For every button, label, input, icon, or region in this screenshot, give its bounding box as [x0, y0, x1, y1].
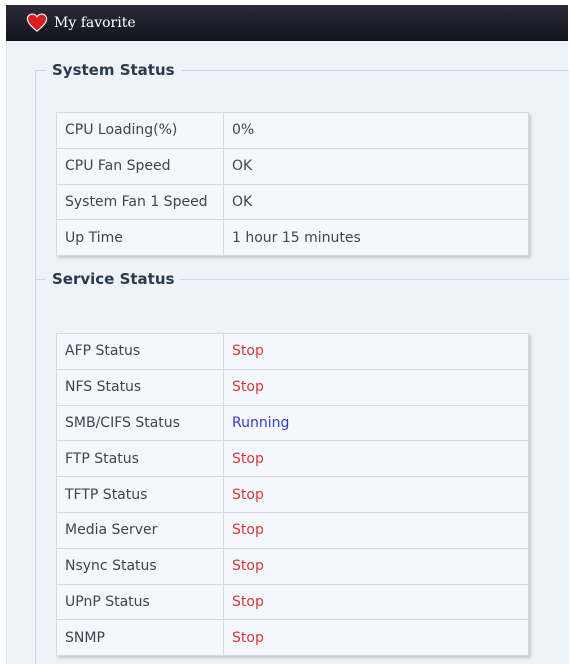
afp-status-label: AFP Status: [56, 333, 224, 370]
table-row: Up Time 1 hour 15 minutes: [56, 219, 529, 257]
snmp-value: Stop: [223, 619, 529, 657]
smb-cifs-status-label: SMB/CIFS Status: [56, 404, 224, 442]
table-row: AFP Status Stop: [56, 333, 529, 370]
heart-icon: [26, 13, 48, 32]
service-status-legend: Service Status: [52, 270, 175, 288]
ftp-status-value: Stop: [223, 440, 529, 478]
system-status-group: System Status CPU Loading(%) 0% CPU Fan …: [35, 61, 569, 295]
nsync-status-value: Stop: [223, 547, 529, 585]
table-row: Media Server Stop: [56, 511, 529, 549]
table-row: UPnP Status Stop: [56, 583, 529, 621]
cpu-fan-speed-value: OK: [223, 147, 529, 185]
media-server-value: Stop: [223, 511, 529, 549]
up-time-label: Up Time: [56, 219, 224, 257]
media-server-label: Media Server: [56, 511, 224, 549]
nsync-status-label: Nsync Status: [56, 547, 224, 585]
table-row: TFTP Status Stop: [56, 476, 529, 513]
table-row: Nsync Status Stop: [56, 547, 529, 585]
ftp-status-label: FTP Status: [56, 440, 224, 478]
service-status-group: Service Status AFP Status Stop NFS Statu…: [35, 270, 569, 664]
smb-cifs-status-value: Running: [223, 404, 529, 442]
table-row: CPU Loading(%) 0%: [56, 112, 529, 149]
upnp-status-label: UPnP Status: [56, 583, 224, 621]
tftp-status-label: TFTP Status: [56, 476, 224, 513]
nfs-status-value: Stop: [223, 368, 529, 406]
service-status-table: AFP Status Stop NFS Status Stop SMB/CIFS…: [56, 333, 529, 657]
favorite-title[interactable]: My favorite: [54, 15, 136, 31]
cpu-fan-speed-label: CPU Fan Speed: [56, 147, 224, 185]
table-row: SMB/CIFS Status Running: [56, 404, 529, 442]
page: My favorite System Status CPU Loading(%)…: [0, 0, 570, 664]
table-row: CPU Fan Speed OK: [56, 147, 529, 185]
tftp-status-value: Stop: [223, 476, 529, 513]
system-status-table: CPU Loading(%) 0% CPU Fan Speed OK Syste…: [56, 112, 529, 257]
up-time-value: 1 hour 15 minutes: [223, 219, 529, 257]
table-row: System Fan 1 Speed OK: [56, 183, 529, 221]
afp-status-value: Stop: [223, 333, 529, 370]
system-status-legend: System Status: [52, 61, 175, 79]
system-fan-speed-label: System Fan 1 Speed: [56, 183, 224, 221]
system-fan-speed-value: OK: [223, 183, 529, 221]
title-bar: My favorite: [6, 5, 568, 41]
table-row: SNMP Stop: [56, 619, 529, 657]
upnp-status-value: Stop: [223, 583, 529, 621]
content-panel: System Status CPU Loading(%) 0% CPU Fan …: [6, 41, 569, 664]
snmp-label: SNMP: [56, 619, 224, 657]
cpu-loading-label: CPU Loading(%): [56, 112, 224, 149]
nfs-status-label: NFS Status: [56, 368, 224, 406]
table-row: FTP Status Stop: [56, 440, 529, 478]
table-row: NFS Status Stop: [56, 368, 529, 406]
cpu-loading-value: 0%: [223, 112, 529, 149]
